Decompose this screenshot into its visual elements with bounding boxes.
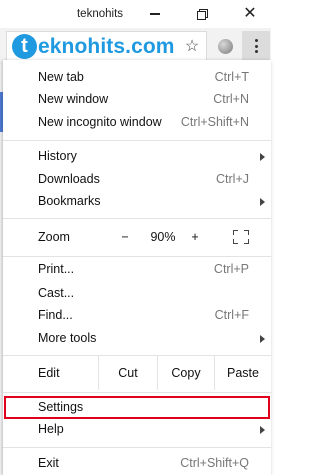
site-logo-text: eknohits.com	[38, 35, 175, 58]
menu-item-label: History	[38, 149, 77, 163]
edit-label: Edit	[38, 366, 60, 380]
copy-button[interactable]: Copy	[158, 356, 214, 390]
kebab-menu-icon	[254, 39, 258, 53]
chevron-right-icon	[260, 153, 265, 161]
chevron-right-icon	[260, 198, 265, 206]
menu-item-bookmarks[interactable]: Bookmarks	[3, 190, 271, 213]
menu-divider	[3, 392, 271, 393]
chevron-right-icon	[260, 335, 265, 343]
menu-item-downloads[interactable]: Downloads Ctrl+J	[3, 168, 271, 191]
restore-icon	[197, 9, 208, 20]
menu-item-shortcut: Ctrl+P	[213, 262, 249, 276]
cut-button[interactable]: Cut	[99, 356, 157, 390]
chrome-menu-button[interactable]	[242, 31, 270, 61]
menu-item-new-incognito-window[interactable]: New incognito window Ctrl+Shift+N	[3, 111, 271, 134]
menu-item-label: New incognito window	[38, 115, 162, 129]
menu-divider	[3, 140, 271, 141]
title-bar: teknohits ✕	[0, 0, 271, 28]
menu-item-settings[interactable]: Settings	[3, 396, 271, 419]
menu-divider	[3, 447, 271, 448]
menu-item-find[interactable]: Find... Ctrl+F	[3, 304, 271, 327]
bookmark-star-button[interactable]: ☆	[178, 31, 206, 61]
menu-item-label: Cast...	[38, 286, 75, 300]
chrome-menu: New tab Ctrl+T New window Ctrl+N New inc…	[3, 60, 271, 475]
menu-item-label: More tools	[38, 331, 97, 345]
zoom-row: Zoom − 90% +	[3, 220, 271, 254]
zoom-level: 90%	[150, 230, 176, 244]
menu-item-shortcut: Ctrl+Shift+Q	[180, 456, 249, 470]
zoom-label: Zoom	[38, 230, 70, 244]
menu-item-print[interactable]: Print... Ctrl+P	[3, 258, 271, 281]
menu-item-label: Settings	[38, 400, 84, 414]
menu-item-shortcut: Ctrl+N	[213, 92, 249, 106]
menu-item-label: Exit	[38, 456, 59, 470]
menu-item-shortcut: Ctrl+J	[216, 172, 249, 186]
menu-item-shortcut: Ctrl+Shift+N	[180, 115, 249, 129]
menu-item-new-window[interactable]: New window Ctrl+N	[3, 88, 271, 111]
extension-button[interactable]	[211, 31, 239, 61]
paste-button[interactable]: Paste	[215, 356, 271, 390]
menu-item-label: Bookmarks	[38, 194, 101, 208]
menu-item-label: New window	[38, 92, 109, 106]
address-bar[interactable]: t eknohits.com	[6, 31, 207, 63]
fullscreen-button[interactable]	[221, 220, 261, 254]
zoom-in-button[interactable]: +	[183, 220, 207, 254]
edit-row: Edit Cut Copy Paste	[3, 356, 271, 390]
menu-item-label: Find...	[38, 308, 73, 322]
menu-item-help[interactable]: Help	[3, 418, 271, 441]
menu-item-label: New tab	[38, 70, 84, 84]
menu-item-history[interactable]: History	[3, 145, 271, 168]
menu-divider	[3, 256, 271, 257]
close-icon: ✕	[243, 5, 257, 22]
fullscreen-icon	[233, 230, 249, 244]
chevron-right-icon	[260, 426, 265, 434]
menu-item-more-tools[interactable]: More tools	[3, 327, 271, 350]
restore-button[interactable]	[186, 0, 218, 28]
minimize-icon	[150, 13, 160, 15]
menu-item-cast[interactable]: Cast...	[3, 282, 271, 305]
menu-item-new-tab[interactable]: New tab Ctrl+T	[3, 66, 271, 89]
menu-item-exit[interactable]: Exit Ctrl+Shift+Q	[3, 452, 271, 475]
menu-item-label: Print...	[38, 262, 75, 276]
toolbar: t eknohits.com ☆	[0, 28, 271, 64]
menu-item-shortcut: Ctrl+F	[214, 308, 249, 322]
extension-icon	[217, 38, 233, 54]
menu-divider	[3, 218, 271, 219]
menu-item-label: Downloads	[38, 172, 100, 186]
menu-item-shortcut: Ctrl+T	[214, 70, 249, 84]
star-icon: ☆	[184, 38, 200, 55]
close-button[interactable]: ✕	[234, 0, 266, 28]
menu-item-label: Help	[38, 422, 64, 436]
minimize-button[interactable]	[139, 0, 171, 28]
site-logo-letter: t	[21, 35, 28, 57]
